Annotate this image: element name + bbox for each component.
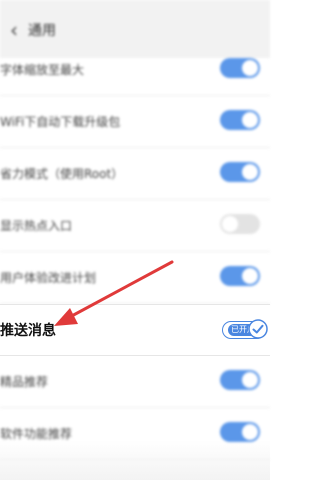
setting-label: 精品推荐 (0, 375, 49, 389)
setting-label: 字体缩放至最大 (0, 63, 85, 77)
setting-label: WiFi下自动下载升级包 (0, 115, 121, 129)
setting-row-font-scale[interactable]: 字体缩放至最大 (0, 44, 270, 96)
push-enabled-toggle[interactable]: 已开启 (222, 319, 268, 339)
setting-row-recommend[interactable]: 精品推荐 (0, 356, 270, 408)
setting-label: 显示热点入口 (0, 219, 73, 233)
toggle-switch[interactable] (220, 422, 260, 442)
toggle-switch[interactable] (220, 370, 260, 390)
bottom-fade (0, 440, 270, 480)
back-icon[interactable]: ‹ (10, 20, 18, 40)
toggle-switch[interactable] (220, 214, 260, 234)
push-messages-label: 推送消息 (0, 323, 56, 339)
setting-row-wifi-update[interactable]: WiFi下自动下载升级包 (0, 96, 270, 148)
setting-row-ux-program[interactable]: 用户体验改进计划 (0, 252, 270, 304)
toggle-switch[interactable] (220, 162, 260, 182)
setting-row-push-messages[interactable]: 推送消息 已开启 (0, 304, 270, 356)
setting-row-power-mode[interactable]: 省力模式（使用Root） (0, 148, 270, 200)
setting-label: 省力模式（使用Root） (0, 167, 124, 181)
setting-label: 用户体验改进计划 (0, 271, 97, 285)
setting-row-hotspot[interactable]: 显示热点入口 (0, 200, 270, 252)
toggle-switch[interactable] (220, 266, 260, 286)
check-icon (248, 319, 268, 339)
toggle-switch[interactable] (220, 110, 260, 130)
page-title: 通用 (28, 23, 56, 39)
toggle-switch[interactable] (220, 58, 260, 78)
